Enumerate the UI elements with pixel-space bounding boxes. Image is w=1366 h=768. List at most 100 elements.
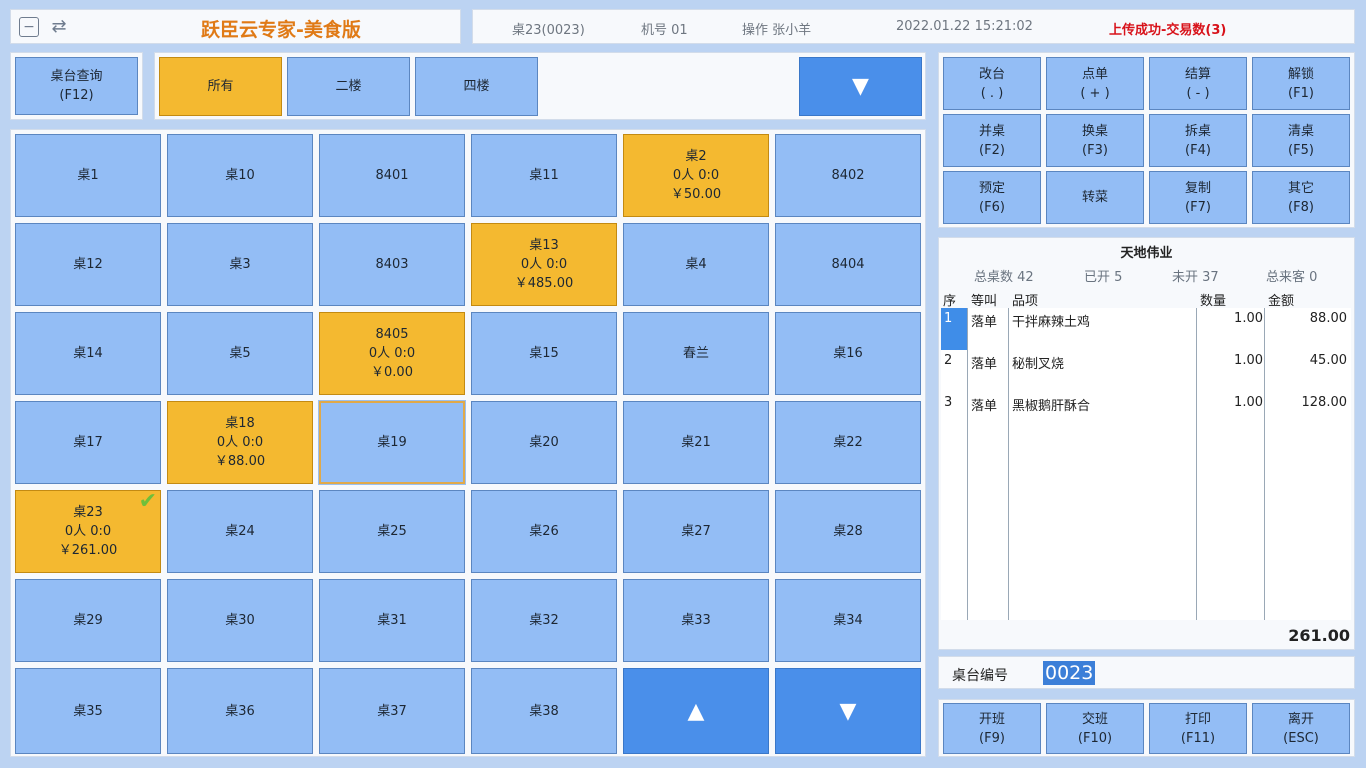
check-icon: ✔ [138, 489, 157, 514]
table-name: 桌26 [529, 524, 559, 539]
action-label: 交班 [1081, 711, 1108, 727]
table-name: 桌20 [529, 435, 559, 450]
stat-total-guests: 总来客 0 [1266, 270, 1318, 285]
action-label: 打印 [1184, 711, 1211, 727]
bottom-action-panel: 开班 (F9) 交班 (F10) 打印 (F11) 离开 (ESC) [938, 699, 1355, 757]
table-button[interactable]: 桌17 [15, 401, 161, 484]
table-button[interactable]: 桌4 [623, 223, 769, 306]
page-up-button[interactable]: ▲ [623, 668, 769, 754]
table-name: 桌30 [225, 613, 255, 628]
table-button[interactable]: 桌20 [471, 401, 617, 484]
table-name: 8405 [375, 327, 409, 342]
table-name: 桌16 [833, 346, 863, 361]
table-button[interactable]: 桌36 [167, 668, 313, 754]
action-label: 并桌 [978, 123, 1005, 139]
merge-table-button[interactable]: 并桌 (F2) [943, 114, 1041, 167]
other-button[interactable]: 其它 (F8) [1252, 171, 1350, 224]
order-total: 261.00 [1288, 626, 1350, 645]
action-label: 换桌 [1081, 123, 1108, 139]
table-query-button[interactable]: 桌台查询 (F12) [15, 57, 138, 115]
table-button[interactable]: 桌30 [167, 579, 313, 662]
table-button[interactable]: 桌31 [319, 579, 465, 662]
table-button[interactable]: 8404 [775, 223, 921, 306]
table-query-shortcut: (F12) [59, 88, 94, 103]
table-button[interactable]: 桌21 [623, 401, 769, 484]
table-button[interactable]: 桌38 [471, 668, 617, 754]
floor-tab-all[interactable]: 所有 [159, 57, 282, 116]
table-button[interactable]: 桌37 [319, 668, 465, 754]
exit-button[interactable]: 离开 (ESC) [1252, 703, 1350, 754]
table-button[interactable]: 桌11 [471, 134, 617, 217]
page-down-button[interactable]: ▼ [775, 668, 921, 754]
copy-button[interactable]: 复制 (F7) [1149, 171, 1247, 224]
table-button[interactable]: 桌23 0人 0:0 ￥261.00 ✔ [15, 490, 161, 573]
table-button[interactable]: 桌26 [471, 490, 617, 573]
checkout-button[interactable]: 结算 ( - ) [1149, 57, 1247, 110]
table-button[interactable]: 春兰 [623, 312, 769, 395]
table-button[interactable]: 桌29 [15, 579, 161, 662]
table-name: 8402 [831, 168, 865, 183]
print-button[interactable]: 打印 (F11) [1149, 703, 1247, 754]
floor-tab-2[interactable]: 二楼 [287, 57, 410, 116]
open-shift-button[interactable]: 开班 (F9) [943, 703, 1041, 754]
table-name: 桌18 [225, 416, 255, 431]
action-label: 转菜 [1081, 190, 1108, 205]
table-name: 桌36 [225, 703, 255, 719]
action-label: 开班 [978, 711, 1005, 727]
stat-open-tables: 已开 5 [1084, 270, 1123, 285]
table-button[interactable]: 桌10 [167, 134, 313, 217]
table-button[interactable]: 桌25 [319, 490, 465, 573]
table-guests: 0人 0:0 [216, 435, 264, 450]
minimize-icon[interactable]: − [19, 17, 39, 37]
hand-over-button[interactable]: 交班 (F10) [1046, 703, 1144, 754]
action-label: 结算 [1184, 66, 1211, 82]
table-button[interactable]: 桌18 0人 0:0 ￥88.00 [167, 401, 313, 484]
table-button[interactable]: 桌16 [775, 312, 921, 395]
table-button[interactable]: 桌19 [318, 400, 466, 485]
table-button[interactable]: 8403 [319, 223, 465, 306]
table-button[interactable]: 桌5 [167, 312, 313, 395]
table-button[interactable]: 桌15 [471, 312, 617, 395]
table-button[interactable]: 桌33 [623, 579, 769, 662]
split-table-button[interactable]: 拆桌 (F4) [1149, 114, 1247, 167]
change-table-button[interactable]: 改台 ( . ) [943, 57, 1041, 110]
unlock-button[interactable]: 解锁 (F1) [1252, 57, 1350, 110]
table-button[interactable]: 桌22 [775, 401, 921, 484]
table-button[interactable]: 桌1 [15, 134, 161, 217]
table-button[interactable]: 桌14 [15, 312, 161, 395]
table-button[interactable]: 桌28 [775, 490, 921, 573]
action-shortcut: (F2) [979, 142, 1005, 158]
order-table-body[interactable]: 1 落单 干拌麻辣土鸡 1.00 88.00 2 落单 秘制叉烧 1.00 45.00 3 落单 黑椒鹅… [941, 308, 1351, 620]
table-button[interactable]: 桌3 [167, 223, 313, 306]
action-label: 预定 [978, 180, 1005, 196]
table-button[interactable]: 桌35 [15, 668, 161, 754]
table-button[interactable]: 桌34 [775, 579, 921, 662]
reserve-button[interactable]: 预定 (F6) [943, 171, 1041, 224]
table-number-box: 桌台编号 0023 [938, 656, 1355, 689]
table-button[interactable]: 桌13 0人 0:0 ￥485.00 [471, 223, 617, 306]
table-button[interactable]: 桌24 [167, 490, 313, 573]
cloud-sync-icon[interactable]: ⇄ [49, 17, 69, 37]
table-button[interactable]: 8405 0人 0:0 ￥0.00 [319, 312, 465, 395]
table-button[interactable]: 桌2 0人 0:0 ￥50.00 [623, 134, 769, 217]
table-name: 桌15 [529, 346, 559, 361]
table-button[interactable]: 8402 [775, 134, 921, 217]
swap-table-button[interactable]: 换桌 (F3) [1046, 114, 1144, 167]
table-name: 桌34 [833, 613, 863, 628]
table-amount: ￥0.00 [371, 365, 413, 380]
clear-table-button[interactable]: 清桌 (F5) [1252, 114, 1350, 167]
floor-scroll-down-button[interactable]: ▼ [799, 57, 922, 116]
action-shortcut: (F1) [1288, 85, 1314, 101]
order-button[interactable]: 点单 ( + ) [1046, 57, 1144, 110]
order-qty: 1.00 [1234, 311, 1263, 326]
table-button[interactable]: 8401 [319, 134, 465, 217]
floor-tab-4[interactable]: 四楼 [415, 57, 538, 116]
action-label: 改台 [978, 66, 1005, 82]
transfer-dish-button[interactable]: 转菜 [1046, 171, 1144, 224]
table-number-input[interactable]: 0023 [1043, 661, 1096, 685]
table-button[interactable]: 桌32 [471, 579, 617, 662]
action-shortcut: ( + ) [1080, 85, 1110, 101]
action-label: 其它 [1287, 180, 1314, 196]
table-button[interactable]: 桌27 [623, 490, 769, 573]
table-button[interactable]: 桌12 [15, 223, 161, 306]
